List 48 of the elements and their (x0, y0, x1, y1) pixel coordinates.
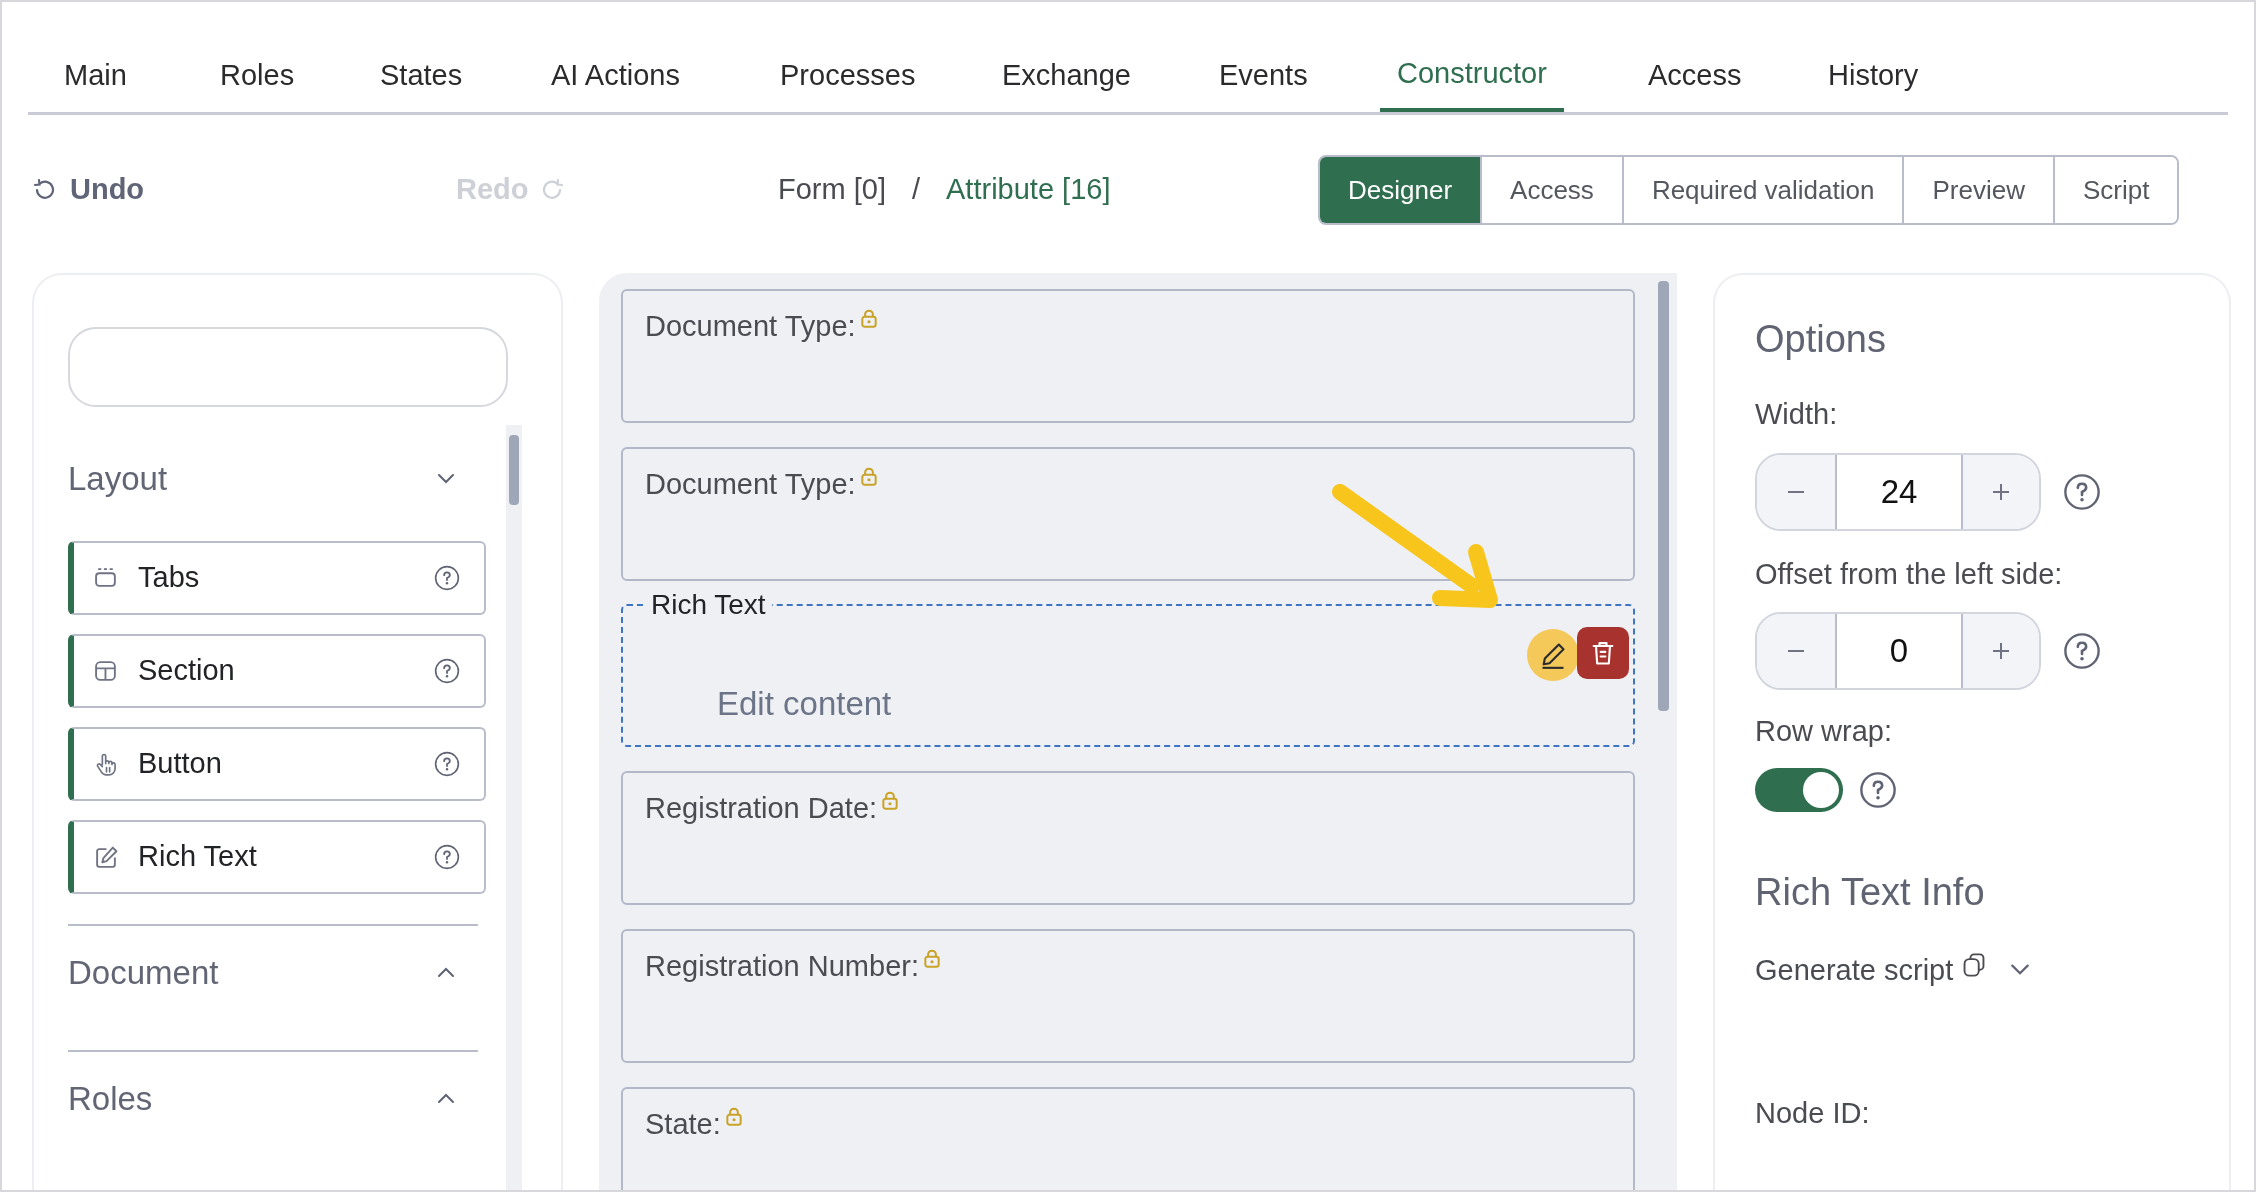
section-title: Rich Text Info (1755, 869, 1986, 915)
content-placeholder: Edit content (717, 684, 892, 724)
nav-tab[interactable]: States (363, 40, 480, 112)
mode-tab[interactable]: Designer (1320, 157, 1481, 223)
nav-tab[interactable]: Exchange (985, 40, 1148, 112)
field-label: Document Type: (645, 467, 856, 502)
nav-tab[interactable]: Processes (763, 40, 933, 112)
item-label: Tabs (138, 560, 201, 596)
mode-tab[interactable]: Script (2052, 157, 2178, 223)
form-field-card[interactable]: Registration Date: (621, 771, 1635, 905)
panel-title: Options (1755, 317, 1887, 362)
nav-tab[interactable]: Constructor (1380, 40, 1564, 112)
field-label: State: (645, 1107, 721, 1142)
field-label: Offset from the left side: (1755, 556, 2064, 592)
palette-item[interactable]: Tabs (68, 541, 486, 615)
field-label: Registration Number: (645, 949, 919, 984)
palette-item[interactable]: Section (68, 634, 486, 708)
field-label: Registration Date: (645, 791, 878, 826)
section-header[interactable]: Document (68, 924, 478, 1020)
nav-tab[interactable]: Events (1202, 40, 1325, 112)
section-header[interactable]: Layout (68, 431, 478, 527)
field-label: Node ID: (1755, 1096, 1871, 1131)
block-title: Rich Text (650, 589, 767, 621)
form-field-card[interactable]: Document Type: (621, 289, 1635, 423)
palette-item[interactable]: Rich Text (68, 820, 486, 894)
item-label: Rich Text (138, 839, 258, 875)
nav-tab[interactable]: Main (47, 40, 144, 112)
nav-tab[interactable]: History (1811, 40, 1936, 112)
generate-script-button[interactable]: Generate script (1755, 948, 2032, 992)
nav-tab[interactable]: Access (1631, 40, 1759, 112)
item-label: Section (138, 653, 236, 689)
number-stepper[interactable]: 0 (1755, 612, 2041, 690)
form-field-card[interactable]: Document Type: (621, 447, 1635, 581)
field-label: Width: (1755, 397, 1839, 432)
nav-tab[interactable]: AI Actions (534, 40, 697, 112)
breadcrumb-link[interactable]: Attribute [16] (946, 168, 1111, 212)
field-label: Row wrap: (1755, 714, 1893, 749)
form-field-card[interactable]: Registration Number: (621, 929, 1635, 1063)
item-label: Button (138, 746, 223, 782)
form-field-card[interactable]: State: (621, 1087, 1635, 1190)
breadcrumb-link[interactable]: Form [0] (778, 168, 886, 212)
palette-item[interactable]: Button (68, 727, 486, 801)
undo-button[interactable]: Undo (32, 168, 145, 212)
field-label: Document Type: (645, 309, 856, 344)
number-stepper[interactable]: 24 (1755, 452, 2041, 531)
nav-tab[interactable]: Roles (203, 40, 312, 112)
breadcrumb-separator: / (911, 172, 921, 208)
section-header[interactable]: Roles (68, 1050, 478, 1146)
